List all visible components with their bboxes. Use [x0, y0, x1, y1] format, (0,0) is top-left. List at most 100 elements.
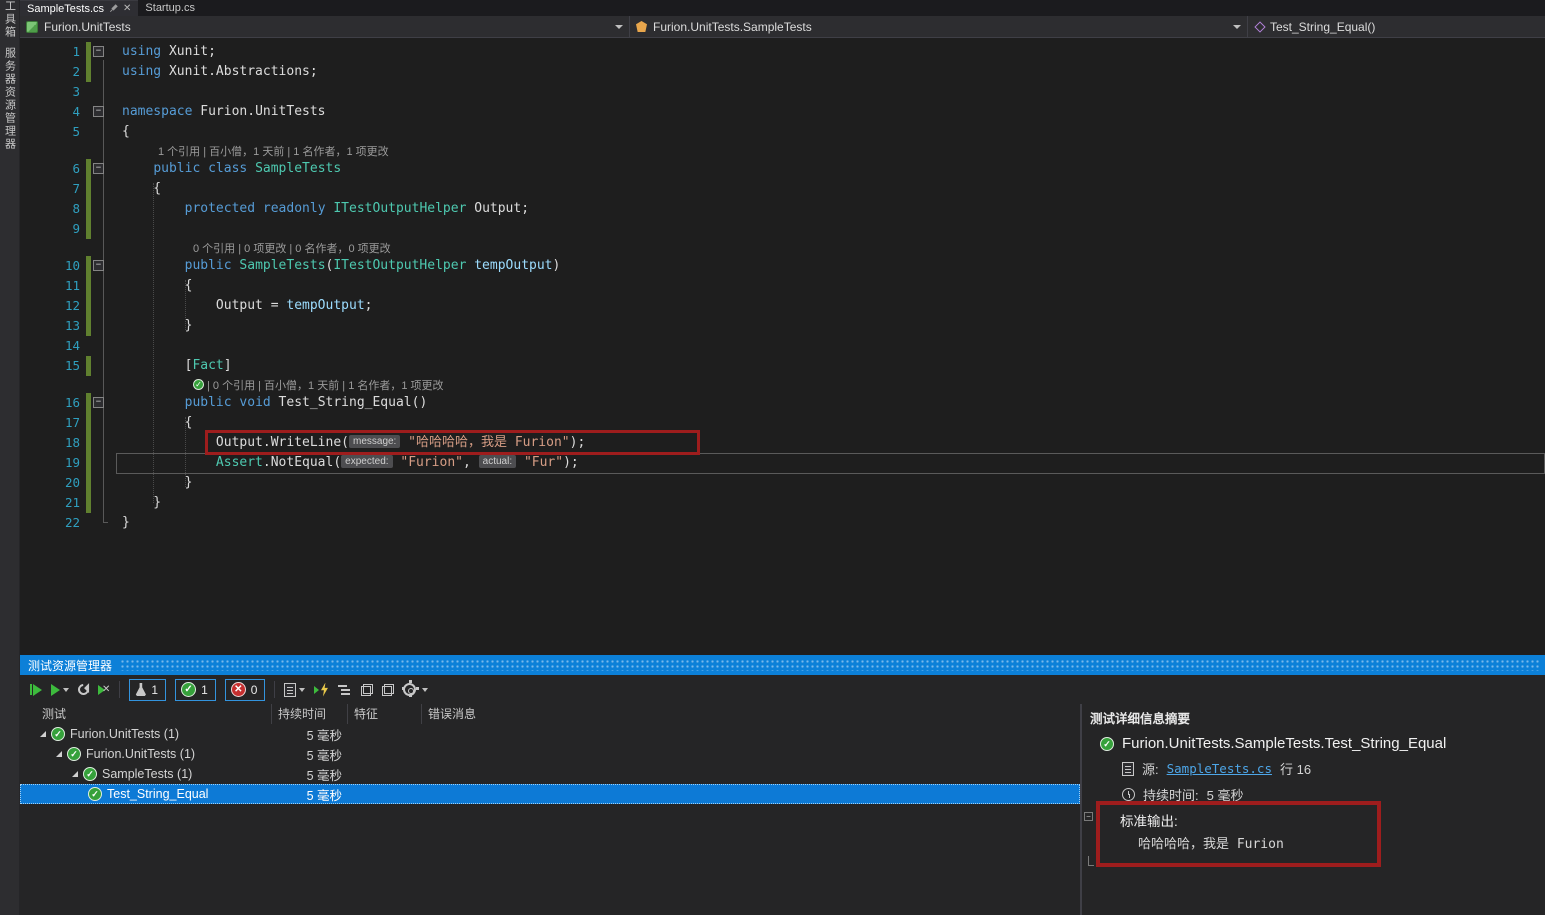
code-line[interactable]: 17 {: [20, 413, 1545, 433]
code-token: [122, 201, 185, 216]
code-line[interactable]: 20 }: [20, 473, 1545, 493]
code-text: [Fact]: [107, 356, 232, 376]
close-icon[interactable]: ✕: [123, 4, 131, 14]
code-line[interactable]: 14: [20, 336, 1545, 356]
code-line[interactable]: 6− public class SampleTests: [20, 159, 1545, 179]
column-header-error[interactable]: 错误消息: [422, 704, 1080, 724]
chevron-down-icon: [615, 25, 623, 29]
collapse-output-icon[interactable]: −: [1084, 812, 1093, 821]
code-line[interactable]: 10− public SampleTests(ITestOutputHelper…: [20, 256, 1545, 276]
run-tests-button[interactable]: [51, 684, 69, 696]
code-line[interactable]: 4−namespace Furion.UnitTests: [20, 102, 1545, 122]
test-label: Furion.UnitTests (1): [86, 747, 195, 761]
codelens-row[interactable]: 0 个引用 | 0 项更改 | 0 名作者，0 项更改: [20, 239, 1545, 256]
outline-corner-mark: [1088, 856, 1094, 866]
code-line[interactable]: 19 Assert.NotEqual(expected: "Furion", a…: [20, 453, 1545, 473]
code-line[interactable]: 13 }: [20, 316, 1545, 336]
code-line[interactable]: 1−using Xunit;: [20, 42, 1545, 62]
settings-button[interactable]: [403, 683, 428, 696]
playlist-button[interactable]: [284, 683, 305, 697]
fold-margin: [91, 199, 107, 219]
code-line[interactable]: 11 {: [20, 276, 1545, 296]
fold-collapse-icon[interactable]: −: [93, 46, 104, 57]
line-number: 5: [34, 122, 80, 142]
codelens-row[interactable]: 1 个引用 | 百小僧，1 天前 | 1 名作者，1 项更改: [20, 142, 1545, 159]
codelens-pass-icon: ✓: [193, 379, 204, 390]
passed-tests-filter[interactable]: ✓1: [175, 679, 216, 701]
chevron-down-icon: [422, 688, 428, 692]
test-tree-row[interactable]: ✓Furion.UnitTests (1)5 毫秒: [20, 744, 1080, 764]
test-explorer-title: 测试资源管理器: [20, 657, 120, 674]
code-token: "Fur": [516, 455, 563, 470]
run-after-build-toggle[interactable]: [314, 683, 329, 697]
pass-check-icon: ✓: [88, 787, 102, 801]
test-label: Test_String_Equal: [107, 787, 208, 801]
code-line[interactable]: 2using Xunit.Abstractions;: [20, 62, 1545, 82]
expand-all-button[interactable]: [361, 684, 373, 696]
code-line[interactable]: 15 [Fact]: [20, 356, 1545, 376]
glyph-margin: [20, 82, 34, 102]
test-tree-row[interactable]: ✓Test_String_Equal5 毫秒: [20, 784, 1080, 804]
code-token: ,: [463, 455, 479, 470]
test-tree-row[interactable]: ✓SampleTests (1)5 毫秒: [20, 764, 1080, 784]
code-line[interactable]: 12 Output = tempOutput;: [20, 296, 1545, 316]
fold-collapse-icon[interactable]: −: [93, 163, 104, 174]
code-token: [122, 455, 216, 470]
code-editor[interactable]: 1−using Xunit;2using Xunit.Abstractions;…: [20, 38, 1545, 655]
tree-expander-icon[interactable]: [56, 751, 62, 757]
line-number: 6: [34, 159, 80, 179]
type-dropdown[interactable]: Furion.UnitTests.SampleTests: [630, 16, 1248, 37]
doc-tab-SampleTests.cs[interactable]: SampleTests.cs✕: [20, 0, 138, 16]
code-line[interactable]: 5{: [20, 122, 1545, 142]
run-all-tests-button[interactable]: [30, 684, 42, 696]
doc-tab-Startup.cs[interactable]: Startup.cs: [138, 0, 202, 16]
test-list-headers: 测试 持续时间 特征 错误消息: [20, 704, 1080, 724]
fold-margin: [91, 296, 107, 316]
rail-tab-服务器资源管理器[interactable]: 服务器资源管理器: [2, 43, 18, 155]
code-line[interactable]: 3: [20, 82, 1545, 102]
code-line[interactable]: 8 protected readonly ITestOutputHelper O…: [20, 199, 1545, 219]
group-by-button[interactable]: [338, 684, 352, 696]
member-dropdown[interactable]: Test_String_Equal(): [1248, 16, 1545, 37]
failed-tests-filter[interactable]: ✕0: [225, 679, 266, 701]
code-token: readonly: [263, 201, 326, 216]
collapse-all-button[interactable]: [382, 684, 394, 696]
codelens-row[interactable]: ✓| 0 个引用 | 百小僧，1 天前 | 1 名作者，1 项更改: [20, 376, 1545, 393]
column-header-duration[interactable]: 持续时间: [272, 704, 348, 724]
cancel-run-button[interactable]: ✕: [98, 684, 110, 695]
fold-margin: −: [91, 256, 107, 276]
total-tests-filter[interactable]: 1: [129, 679, 166, 701]
code-text: [107, 336, 122, 356]
code-line[interactable]: 9: [20, 219, 1545, 239]
code-line[interactable]: 16− public void Test_String_Equal(): [20, 393, 1545, 413]
repeat-last-run-button[interactable]: [76, 682, 91, 697]
fold-collapse-icon[interactable]: −: [93, 106, 104, 117]
source-file-link[interactable]: SampleTests.cs: [1167, 761, 1272, 776]
code-line[interactable]: 7 {: [20, 179, 1545, 199]
code-text: }: [107, 513, 130, 533]
fold-collapse-icon[interactable]: −: [93, 260, 104, 271]
test-explorer-title-bar[interactable]: 测试资源管理器: [20, 655, 1545, 675]
code-line[interactable]: 18 Output.WriteLine(message: "哈哈哈哈，我是 Fu…: [20, 433, 1545, 453]
code-line[interactable]: 22}: [20, 513, 1545, 533]
tree-expander-icon[interactable]: [72, 771, 78, 777]
line-number: 19: [34, 453, 80, 473]
tree-expander-icon[interactable]: [40, 731, 46, 737]
code-line[interactable]: 21 }: [20, 493, 1545, 513]
test-tree-row[interactable]: ✓Furion.UnitTests (1)5 毫秒: [20, 724, 1080, 744]
code-text: public SampleTests(ITestOutputHelper tem…: [107, 256, 560, 276]
column-header-test[interactable]: 测试: [20, 704, 272, 724]
fold-collapse-icon[interactable]: −: [93, 397, 104, 408]
fold-margin: [91, 82, 107, 102]
column-header-traits[interactable]: 特征: [348, 704, 422, 724]
fold-margin: [91, 179, 107, 199]
glyph-margin: [20, 62, 34, 82]
code-token: public: [185, 258, 232, 273]
pin-icon[interactable]: [107, 2, 120, 15]
class-icon: [636, 21, 647, 32]
project-dropdown[interactable]: Furion.UnitTests: [20, 16, 630, 37]
code-token: {: [122, 124, 130, 139]
rail-tab-工具箱[interactable]: 工具箱: [2, 0, 18, 43]
code-token: [200, 161, 208, 176]
line-number: 15: [34, 356, 80, 376]
